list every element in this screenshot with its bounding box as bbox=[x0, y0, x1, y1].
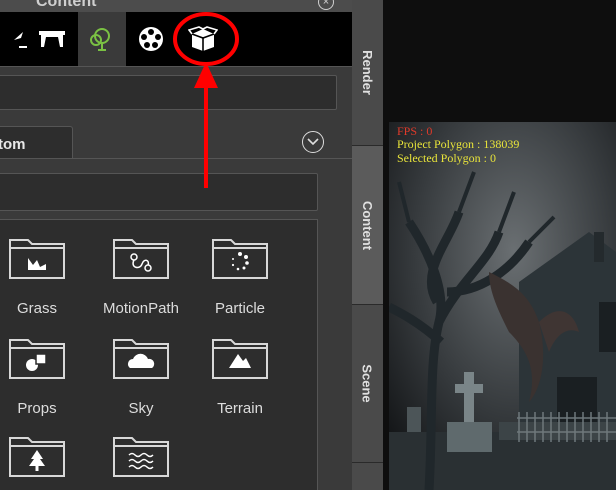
arrow-head bbox=[194, 62, 218, 88]
annotation-overlay bbox=[173, 12, 239, 188]
highlight-circle bbox=[173, 12, 239, 66]
